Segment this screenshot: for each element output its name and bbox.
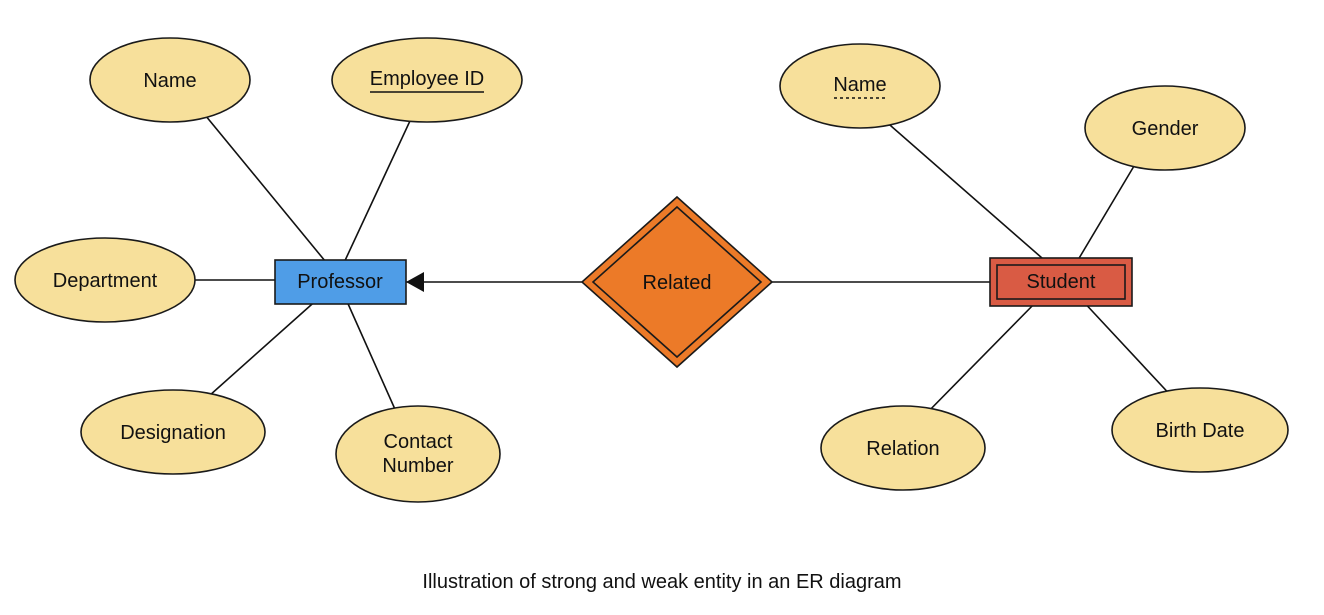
- attr-stu-gender-label: Gender: [1132, 118, 1199, 140]
- er-diagram-canvas: Name Employee ID Department Designation …: [0, 0, 1324, 615]
- line-prof-desig: [200, 297, 320, 404]
- attr-prof-empid-label: Employee ID: [370, 68, 485, 90]
- line-stu-relation: [920, 298, 1040, 420]
- attr-prof-dept: Department: [15, 238, 195, 322]
- attr-prof-desig-label: Designation: [120, 422, 226, 444]
- entity-professor: Professor: [275, 260, 406, 304]
- attr-prof-name-label: Name: [143, 70, 196, 92]
- attr-stu-relation-label: Relation: [866, 438, 939, 460]
- attr-prof-contact: Contact Number: [336, 406, 500, 502]
- arrowhead-to-professor: [406, 272, 424, 292]
- entity-student: Student: [990, 258, 1132, 306]
- attr-stu-birth: Birth Date: [1112, 388, 1288, 472]
- line-stu-birth: [1080, 298, 1175, 400]
- line-stu-name: [875, 112, 1050, 265]
- relationship-label: Related: [643, 272, 712, 294]
- relationship-related: Related: [582, 197, 772, 367]
- attr-prof-name: Name: [90, 38, 250, 122]
- attr-prof-empid: Employee ID: [332, 38, 522, 122]
- attr-stu-gender: Gender: [1085, 86, 1245, 170]
- attr-prof-desig: Designation: [81, 390, 265, 474]
- attr-stu-relation: Relation: [821, 406, 985, 490]
- line-stu-gender: [1075, 156, 1140, 265]
- entity-professor-label: Professor: [297, 271, 383, 293]
- line-prof-name: [196, 104, 330, 267]
- attr-stu-name-label: Name: [833, 74, 886, 96]
- attr-stu-name: Name: [780, 44, 940, 128]
- entity-student-label: Student: [1027, 271, 1096, 293]
- line-prof-contact: [345, 297, 398, 416]
- attr-prof-contact-label-2: Number: [382, 455, 453, 477]
- attr-prof-dept-label: Department: [53, 270, 158, 292]
- diagram-caption: Illustration of strong and weak entity i…: [422, 571, 901, 593]
- attr-stu-birth-label: Birth Date: [1156, 420, 1245, 442]
- line-prof-empid: [342, 108, 416, 267]
- attr-prof-contact-label-1: Contact: [384, 431, 453, 453]
